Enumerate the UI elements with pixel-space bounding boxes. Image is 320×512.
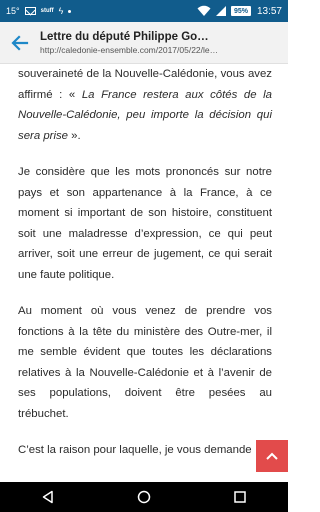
article-paragraph: souveraineté de la Nouvelle-Calédonie, v… bbox=[18, 64, 272, 146]
article-paragraph: Je considère que les mots prononcés sur … bbox=[18, 166, 272, 281]
battery-icon: 95% bbox=[230, 6, 251, 16]
signal-icon bbox=[215, 6, 226, 16]
wifi-icon bbox=[197, 5, 211, 16]
page-title: Lettre du député Philippe Go… bbox=[40, 30, 209, 43]
lightning-icon: ϟ bbox=[58, 6, 64, 16]
circle-home-icon bbox=[137, 490, 151, 504]
back-button[interactable] bbox=[0, 22, 40, 64]
nav-back-button[interactable] bbox=[28, 482, 68, 512]
mail-icon bbox=[24, 7, 36, 15]
status-bar: 15° stuff ϟ 95% 13:57 bbox=[0, 0, 288, 22]
notification-text: stuff bbox=[40, 8, 54, 14]
paragraph-text: ». bbox=[68, 129, 81, 142]
article-paragraph: C’est la raison pour laquelle, je vous d… bbox=[18, 444, 252, 456]
square-recent-icon bbox=[234, 491, 246, 503]
nav-home-button[interactable] bbox=[124, 482, 164, 512]
navigation-bar bbox=[0, 482, 288, 512]
nav-recent-button[interactable] bbox=[220, 482, 260, 512]
page-url[interactable]: http://caledonie-ensemble.com/2017/05/22… bbox=[40, 44, 282, 56]
chevron-up-icon bbox=[266, 452, 278, 460]
temperature-text: 15° bbox=[6, 6, 20, 16]
dot-icon bbox=[68, 9, 72, 13]
arrow-left-icon bbox=[11, 34, 29, 51]
clock-text: 13:57 bbox=[256, 5, 282, 17]
scroll-to-top-button[interactable] bbox=[256, 440, 288, 472]
triangle-back-icon bbox=[42, 490, 53, 504]
app-bar: Lettre du député Philippe Go… http://cal… bbox=[0, 22, 288, 64]
article-content[interactable]: souveraineté de la Nouvelle-Calédonie, v… bbox=[0, 64, 288, 482]
article-paragraph: Au moment où vous venez de prendre vos f… bbox=[18, 305, 272, 420]
